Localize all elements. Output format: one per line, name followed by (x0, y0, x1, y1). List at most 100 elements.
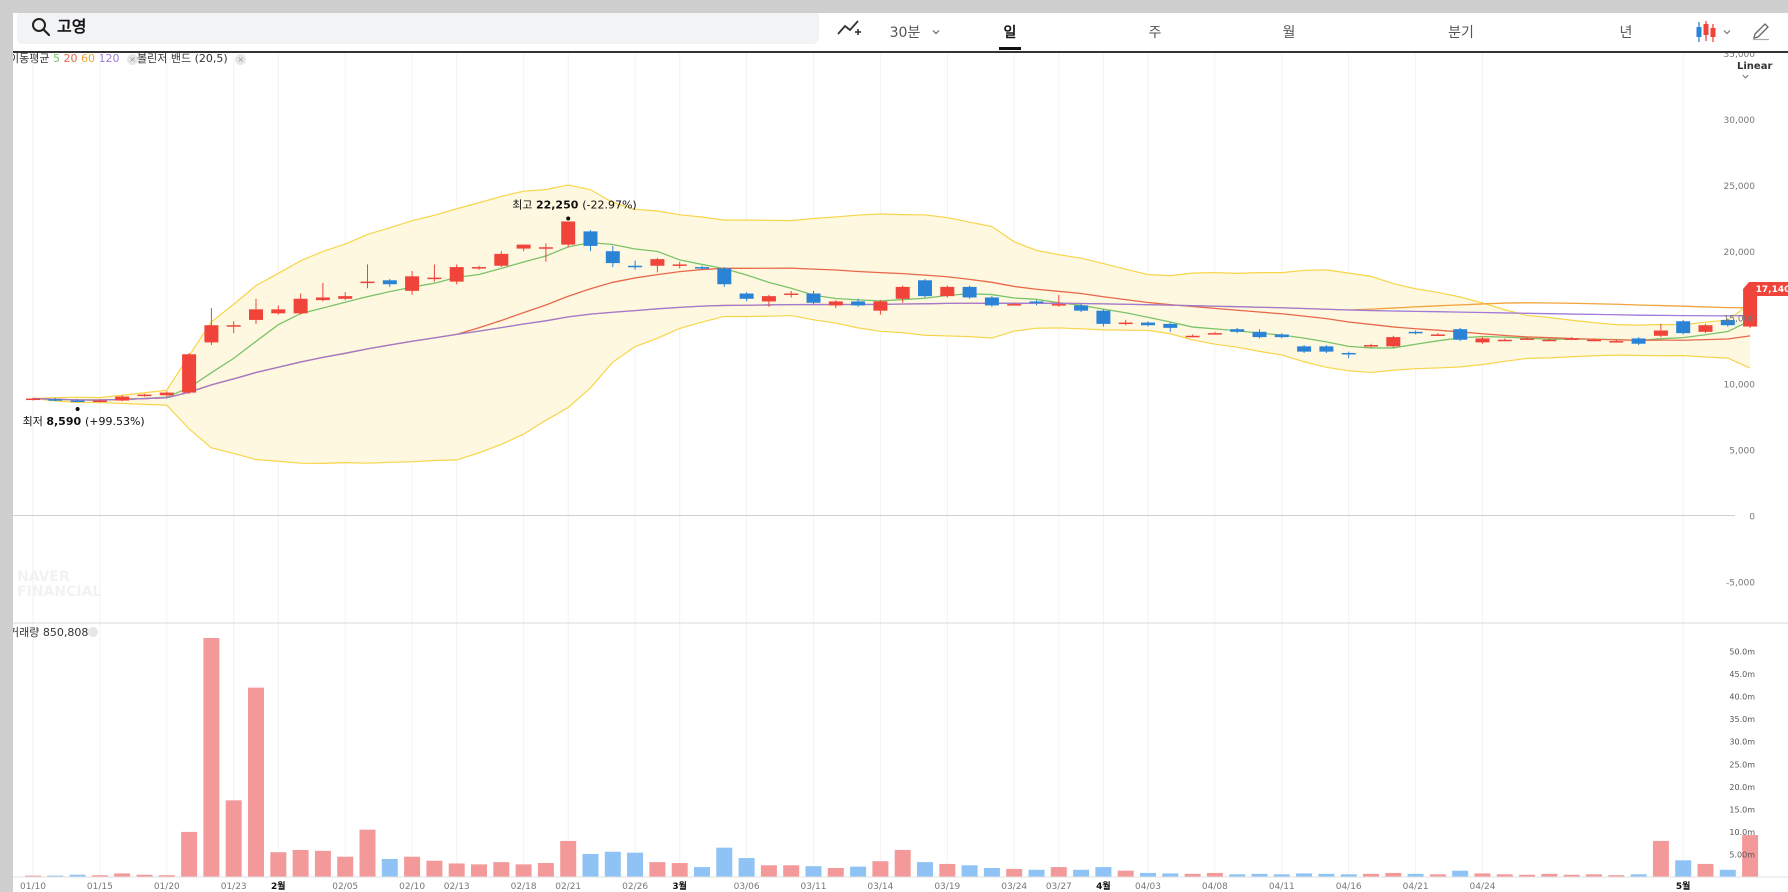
candle-body (1185, 335, 1200, 338)
low-marker (75, 406, 80, 411)
candle-body (739, 293, 754, 299)
candle-body (717, 268, 732, 285)
tab-week[interactable]: 주 (1135, 15, 1175, 49)
x-tick-label: 02/05 (332, 882, 358, 892)
x-tick-label: 04/16 (1336, 882, 1362, 892)
volume-bar (270, 852, 287, 877)
tab-year[interactable]: 년 (1606, 15, 1646, 49)
candle-body (1676, 321, 1691, 334)
volume-bar (426, 860, 443, 877)
volume-bar (1006, 868, 1023, 877)
volume-bar (738, 858, 755, 877)
volume-bar (1206, 872, 1223, 877)
x-tick-label: 01/23 (221, 882, 247, 892)
search-input[interactable]: 고영 (57, 13, 86, 37)
volume-bar (894, 849, 911, 877)
volume-bar (381, 858, 398, 877)
volume-bar (671, 863, 688, 877)
volume-bar (1162, 873, 1179, 877)
x-tick-label: 4월 (1096, 880, 1111, 892)
candle-body (1653, 330, 1668, 336)
high-label: 최고 (512, 198, 536, 211)
chevron-down-icon (1723, 30, 1731, 35)
price-chart[interactable]: 최고 22,250 (-22.97%) 최저 8,590 (+99.53%) 35,… (13, 53, 1788, 892)
candle-body (1364, 345, 1378, 347)
tab-month[interactable]: 월 (1269, 15, 1309, 49)
candle-body (851, 301, 866, 306)
price-tick-label: 10,000 (1724, 380, 1756, 390)
candle-body (293, 298, 308, 314)
volume-bar (114, 873, 131, 877)
volume-bar (1095, 867, 1112, 877)
candle-body (48, 399, 63, 401)
tab-year-label: 년 (1619, 25, 1633, 41)
volume-bar (961, 865, 978, 877)
candle-body (538, 247, 553, 249)
x-tick-label: 04/08 (1202, 882, 1228, 892)
low-label: 최저 (23, 415, 47, 428)
tab-30min[interactable]: 30분 (888, 15, 944, 49)
volume-bar (1652, 840, 1669, 877)
price-tick-label: 5,000 (1729, 446, 1755, 456)
x-tick-label: 2월 (271, 880, 286, 892)
volume-tick-label: 20.0m (1729, 783, 1755, 792)
volume-bar (471, 864, 487, 877)
candle-body (494, 253, 509, 266)
candle-body (828, 301, 843, 306)
volume-bar (850, 866, 867, 877)
tab-30min-label: 30분 (889, 25, 921, 41)
volume-bar (1385, 872, 1402, 877)
chart-frame: 고영 30분 일 주 월 분기 년 이동평균 5 20 60 120 × 볼린저… (13, 13, 1788, 892)
low-annotation: 최저 8,590 (+99.53%) (23, 415, 145, 428)
candle-body (1609, 341, 1624, 343)
active-tab-indicator (999, 47, 1021, 50)
candle-body (405, 276, 420, 291)
candle-body (561, 221, 576, 245)
tab-quarter[interactable]: 분기 (1433, 15, 1489, 49)
candle-body (115, 396, 130, 401)
volume-bar (983, 867, 1000, 877)
x-tick-label: 03/11 (801, 882, 827, 892)
volume-tick-label: 30.0m (1729, 738, 1755, 747)
volume-bar (337, 856, 354, 877)
drawing-tool-icon[interactable] (836, 16, 862, 38)
current-price-label: 17,140 (1756, 285, 1788, 295)
volume-tick-label: 25.0m (1729, 760, 1755, 769)
volume-tick-label: 45.0m (1729, 670, 1755, 679)
high-value: 22,250 (536, 198, 582, 211)
price-tick-label: 20,000 (1724, 248, 1756, 258)
search-box[interactable]: 고영 (17, 13, 819, 44)
tab-week-label: 주 (1148, 25, 1162, 41)
volume-bar (1140, 872, 1156, 877)
volume-bar (604, 851, 621, 877)
price-tick-label: 15,000 (1724, 314, 1756, 324)
candle-body (583, 231, 598, 246)
pencil-icon[interactable] (1751, 21, 1771, 41)
candle-body (1408, 331, 1423, 334)
candle-body (1118, 322, 1133, 325)
candle-body (92, 400, 107, 403)
chevron-down-icon (932, 30, 940, 35)
candle-body (695, 267, 709, 269)
candle-body (360, 281, 375, 284)
tab-day[interactable]: 일 (990, 15, 1030, 49)
candle-body (650, 259, 665, 266)
candle-body (1520, 338, 1535, 340)
volume-bar (515, 864, 532, 877)
x-tick-label: 03/24 (1001, 882, 1027, 892)
volume-bar (1028, 869, 1045, 877)
volume-bar (694, 867, 710, 877)
volume-bar (1296, 873, 1313, 877)
volume-title: 거래량 (13, 626, 43, 639)
x-tick-label: 03/27 (1046, 882, 1072, 892)
tab-month-label: 월 (1282, 25, 1296, 41)
chart-toolbar: 고영 30분 일 주 월 분기 년 (13, 13, 1788, 53)
candle-body (516, 244, 531, 249)
candle-body (1430, 334, 1445, 336)
candle-body (984, 297, 999, 306)
chart-type-selector[interactable] (1694, 15, 1734, 49)
candle-body (761, 296, 776, 302)
volume-bar (1675, 860, 1692, 877)
candlestick-icon (1696, 21, 1716, 42)
candle-body (1564, 338, 1579, 340)
